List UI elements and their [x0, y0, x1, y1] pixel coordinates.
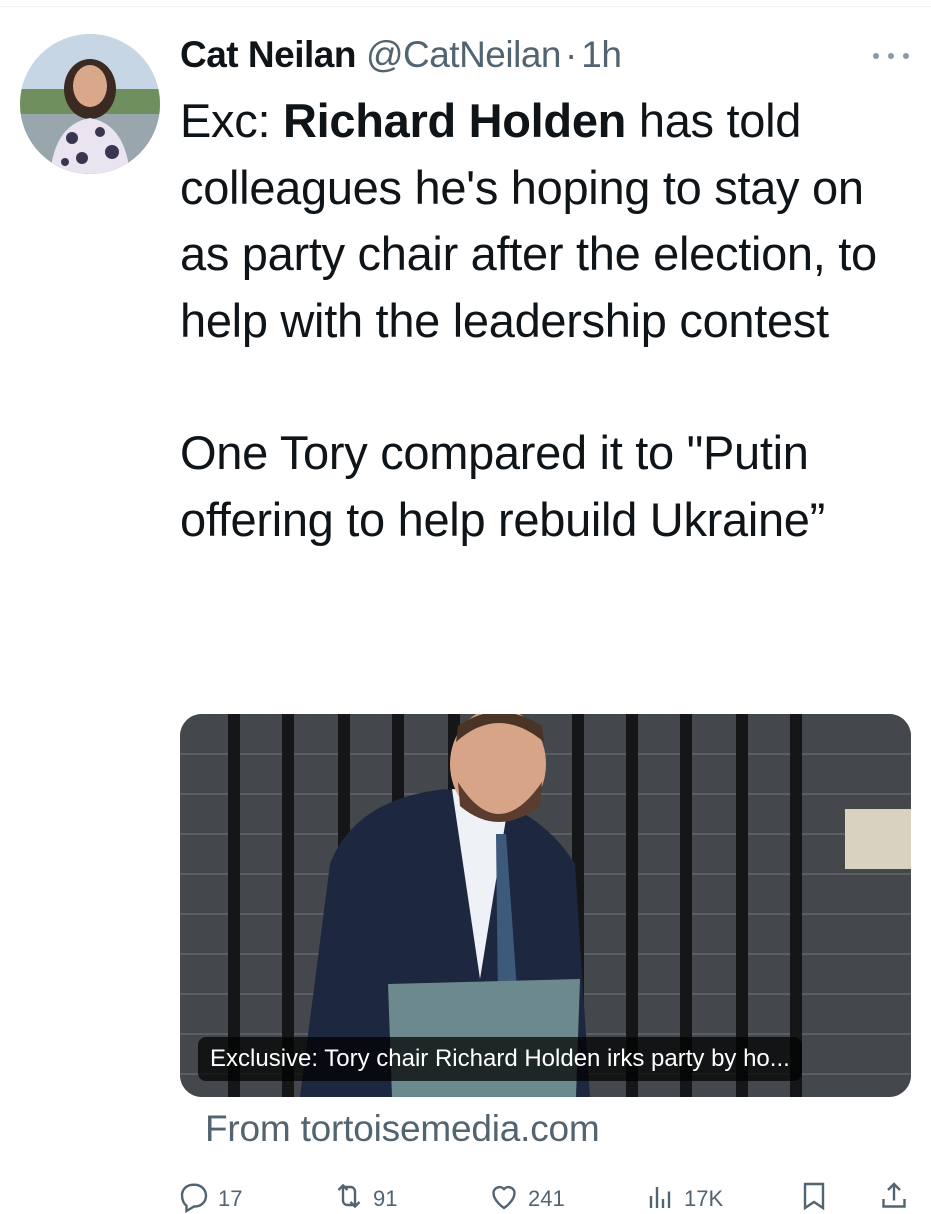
like-button[interactable]: 241: [486, 1178, 565, 1214]
link-card[interactable]: Exclusive: Tory chair Richard Holden irk…: [180, 714, 911, 1097]
timestamp[interactable]: 1h: [581, 34, 622, 76]
tweet: Cat Neilan @CatNeilan · 1h Exc: Richard …: [0, 0, 931, 1214]
more-icon[interactable]: [873, 48, 909, 64]
views-icon: [649, 1187, 671, 1208]
repost-icon: [337, 1183, 361, 1209]
bookmark-icon: [803, 1182, 825, 1211]
separator-dot: ·: [564, 34, 578, 75]
card-source-link[interactable]: From tortoisemedia.com: [205, 1108, 600, 1150]
reply-icon: [180, 1183, 208, 1214]
tweet-text-prefix: Exc:: [180, 94, 283, 147]
views-count: 17K: [684, 1186, 724, 1211]
reply-count: 17: [218, 1186, 243, 1211]
tweet-paragraph-2: One Tory compared it to "Putin offering …: [180, 426, 826, 546]
repost-button[interactable]: 91: [331, 1178, 397, 1214]
author-handle[interactable]: @CatNeilan: [366, 34, 562, 76]
share-button[interactable]: [876, 1178, 912, 1214]
author-name[interactable]: Cat Neilan: [180, 34, 356, 76]
action-bar: 17 91 241 17K: [176, 1178, 916, 1214]
like-count: 241: [528, 1186, 565, 1211]
tweet-text: Exc: Richard Holden has told colleagues …: [180, 88, 920, 553]
reply-button[interactable]: 17: [176, 1178, 242, 1214]
heart-icon: [492, 1185, 516, 1210]
share-icon: [882, 1182, 906, 1208]
repost-count: 91: [373, 1186, 398, 1211]
tweet-paragraph-1: Exc: Richard Holden has told colleagues …: [180, 88, 920, 354]
avatar[interactable]: [20, 34, 160, 174]
divider: [0, 6, 931, 7]
bookmark-button[interactable]: [796, 1178, 832, 1214]
tweet-header: Cat Neilan @CatNeilan · 1h: [180, 34, 622, 84]
card-caption: Exclusive: Tory chair Richard Holden irk…: [198, 1037, 802, 1081]
views-button[interactable]: 17K: [642, 1178, 723, 1214]
tweet-bold-name: Richard Holden: [282, 94, 627, 147]
avatar-photo: [20, 34, 160, 174]
